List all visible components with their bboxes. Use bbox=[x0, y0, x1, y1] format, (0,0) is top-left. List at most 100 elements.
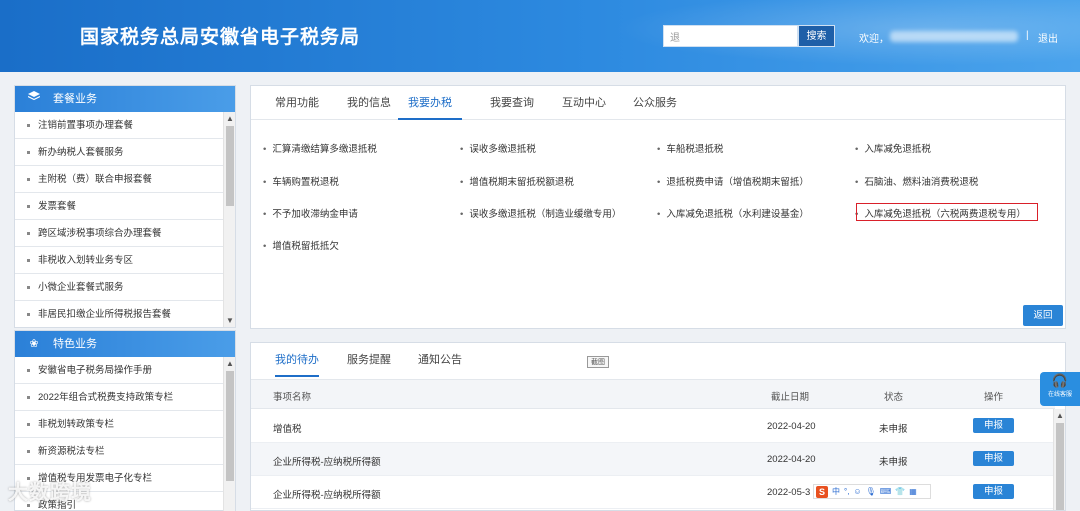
tab-handle-tax[interactable]: 我要办税 bbox=[398, 86, 462, 120]
service-link[interactable]: • 误收多缴退抵税（制造业缓缴专用） bbox=[460, 206, 621, 220]
bullet-icon bbox=[27, 231, 30, 235]
scroll-up-icon[interactable]: ▲ bbox=[224, 359, 235, 368]
search-input[interactable] bbox=[664, 26, 797, 46]
bullet-icon: • bbox=[263, 144, 267, 155]
sidebar-item[interactable]: 非税收入划转业务专区 bbox=[15, 247, 225, 274]
bullet-icon: • bbox=[657, 144, 661, 155]
package-services-panel: 套餐业务 注销前置事项办理套餐 新办纳税人套餐服务 主附税（费）联合申报套餐 发… bbox=[14, 85, 236, 328]
bullet-icon bbox=[27, 123, 30, 127]
service-link[interactable]: • 车船税退抵税 bbox=[657, 141, 723, 155]
declare-button[interactable]: 申报 bbox=[973, 418, 1014, 433]
sidebar-item[interactable]: 非税划转政策专栏 bbox=[15, 411, 225, 438]
special-services-title: 特色业务 bbox=[53, 338, 97, 350]
service-link[interactable]: • 入库减免退抵税 bbox=[855, 141, 931, 155]
tab-my-query[interactable]: 我要查询 bbox=[490, 86, 534, 120]
separator: | bbox=[1026, 30, 1029, 41]
service-link[interactable]: • 石脑油、燃料油消费税退税 bbox=[855, 174, 978, 188]
bullet-icon bbox=[27, 312, 30, 316]
tab-notice[interactable]: 通知公告 bbox=[418, 343, 462, 377]
service-link[interactable]: • 增值税期末留抵税额退税 bbox=[460, 174, 574, 188]
sidebar-item[interactable]: 跨区域涉税事项综合办理套餐 bbox=[15, 220, 225, 247]
screenshot-tag: 截图 bbox=[587, 356, 609, 368]
scroll-thumb[interactable] bbox=[1056, 423, 1064, 510]
ime-toolbar[interactable]: S 中 °, ☺ 🎙 ⌨ 👕 ▦ bbox=[813, 484, 931, 499]
service-link[interactable]: • 退抵税费申请（增值税期末留抵） bbox=[657, 174, 809, 188]
cell-deadline: 2022-04-20 bbox=[767, 421, 816, 432]
tab-my-todo[interactable]: 我的待办 bbox=[275, 343, 319, 377]
scroll-up-icon[interactable]: ▲ bbox=[1054, 411, 1065, 420]
sidebar-item[interactable]: 发票套餐 bbox=[15, 193, 225, 220]
table-row: 企业所得税-应纳税所得额 2022-04-20 未申报 申报 bbox=[251, 443, 1055, 476]
microphone-icon[interactable]: 🎙 bbox=[866, 487, 876, 496]
tab-common-functions[interactable]: 常用功能 bbox=[275, 86, 319, 120]
service-link[interactable]: • 增值税留抵抵欠 bbox=[263, 238, 339, 252]
scroll-down-icon[interactable]: ▼ bbox=[224, 316, 235, 325]
blurred-username bbox=[890, 31, 1018, 42]
package-scrollbar[interactable]: ▲ ▼ bbox=[223, 112, 235, 327]
sogou-icon[interactable]: S bbox=[816, 485, 828, 498]
tab-service-reminder[interactable]: 服务提醒 bbox=[347, 343, 391, 377]
service-link[interactable]: • 汇算清缴结算多缴退抵税 bbox=[263, 141, 377, 155]
online-service-button[interactable]: 🎧 在线客服 bbox=[1040, 372, 1080, 406]
sidebar-item[interactable]: 注销前置事项办理套餐 bbox=[15, 112, 225, 139]
bullet-icon: • bbox=[263, 209, 267, 220]
search-button[interactable]: 搜索 bbox=[798, 25, 835, 47]
sidebar-item[interactable]: 2022年组合式税费支持政策专栏 bbox=[15, 384, 225, 411]
layers-icon bbox=[27, 86, 41, 112]
column-header-action: 操作 bbox=[984, 392, 1004, 403]
watermark: 大数跨境 bbox=[8, 482, 92, 504]
scroll-up-icon[interactable]: ▲ bbox=[224, 114, 235, 123]
online-service-label: 在线客服 bbox=[1047, 392, 1072, 398]
declare-button[interactable]: 申报 bbox=[973, 484, 1014, 499]
bullet-icon: • bbox=[263, 241, 267, 252]
scroll-thumb[interactable] bbox=[226, 126, 234, 206]
tab-my-info[interactable]: 我的信息 bbox=[347, 86, 391, 120]
keyboard-icon[interactable]: ⌨ bbox=[880, 487, 892, 496]
cell-name: 企业所得税-应纳税所得额 bbox=[273, 457, 381, 468]
bullet-icon: • bbox=[657, 177, 661, 188]
bullet-icon bbox=[27, 422, 30, 426]
search-box[interactable] bbox=[663, 25, 798, 47]
sidebar-item[interactable]: 安徽省电子税务局操作手册 bbox=[15, 357, 225, 384]
todo-scrollbar[interactable]: ▲ bbox=[1053, 409, 1065, 510]
table-row: 增值税 2022-04-20 未申报 申报 bbox=[251, 410, 1055, 443]
todo-panel: 我的待办 服务提醒 通知公告 截图 事项名称 截止日期 状态 操作 增值税 20… bbox=[250, 342, 1066, 511]
emoji-icon[interactable]: ☺ bbox=[853, 487, 861, 496]
bullet-icon: • bbox=[263, 177, 267, 188]
table-row: 企业所得税-应纳税所得额 2022-05-3 申报 bbox=[251, 476, 1055, 509]
cell-deadline: 2022-05-3 bbox=[767, 487, 811, 498]
bullet-icon bbox=[27, 177, 30, 181]
headset-icon: 🎧 bbox=[1051, 373, 1069, 388]
service-link[interactable]: • 入库减免退抵税（水利建设基金） bbox=[657, 206, 809, 220]
highlight-box bbox=[856, 203, 1038, 221]
bullet-icon: • bbox=[657, 209, 661, 220]
sidebar-item[interactable]: 非居民扣缴企业所得税报告套餐 bbox=[15, 301, 225, 327]
chinese-mode-icon[interactable]: 中 bbox=[832, 486, 840, 497]
sidebar-item[interactable]: 主附税（费）联合申报套餐 bbox=[15, 166, 225, 193]
sidebar-item[interactable]: 新资源税法专栏 bbox=[15, 438, 225, 465]
bullet-icon: • bbox=[855, 177, 859, 188]
declare-button[interactable]: 申报 bbox=[973, 451, 1014, 466]
bullet-icon bbox=[27, 395, 30, 399]
return-button[interactable]: 返回 bbox=[1023, 305, 1063, 326]
sidebar-item[interactable]: 小微企业套餐式服务 bbox=[15, 274, 225, 301]
punctuation-icon[interactable]: °, bbox=[844, 487, 849, 496]
service-link[interactable]: • 车辆购置税退税 bbox=[263, 174, 339, 188]
tab-public-service[interactable]: 公众服务 bbox=[633, 86, 677, 120]
special-services-header[interactable]: ❀ 特色业务 bbox=[15, 331, 235, 357]
tab-interaction-center[interactable]: 互动中心 bbox=[562, 86, 606, 120]
logout-link[interactable]: 退出 bbox=[1038, 30, 1058, 45]
service-link[interactable]: • 不予加收滞纳金申请 bbox=[263, 206, 358, 220]
main-tab-bar: 常用功能 我的信息 我要办税 我要查询 互动中心 公众服务 bbox=[251, 86, 1065, 120]
bullet-icon: • bbox=[460, 144, 464, 155]
bullet-icon bbox=[27, 258, 30, 262]
column-header-status: 状态 bbox=[884, 392, 904, 403]
service-link[interactable]: • 误收多缴退抵税 bbox=[460, 141, 536, 155]
special-scrollbar[interactable]: ▲ bbox=[223, 357, 235, 511]
scroll-thumb[interactable] bbox=[226, 371, 234, 481]
toolbox-icon[interactable]: ▦ bbox=[909, 487, 917, 496]
package-services-header[interactable]: 套餐业务 bbox=[15, 86, 235, 112]
sidebar-item[interactable]: 新办纳税人套餐服务 bbox=[15, 139, 225, 166]
skin-icon[interactable]: 👕 bbox=[895, 487, 905, 496]
cell-status: 未申报 bbox=[879, 424, 908, 435]
